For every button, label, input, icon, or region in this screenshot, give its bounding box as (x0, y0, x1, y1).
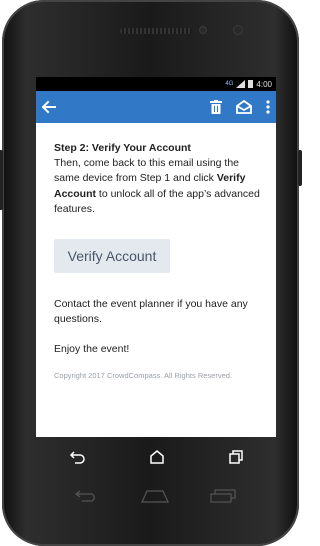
recents-icon[interactable] (229, 450, 244, 464)
front-camera (234, 26, 242, 34)
power-button (298, 150, 302, 186)
instructions: Then, come back to this email using the … (54, 156, 262, 217)
app-bar-actions (210, 100, 270, 114)
capacitive-recents-icon (210, 489, 236, 503)
status-bar: 4G 4:00 (36, 77, 276, 91)
capacitive-home-icon (141, 490, 169, 503)
email-body: Step 2: Verify Your Account Then, come b… (36, 123, 276, 382)
open-envelope-icon[interactable] (236, 100, 252, 114)
home-icon[interactable] (150, 450, 164, 464)
back-icon[interactable] (69, 450, 85, 464)
capacitive-buttons (60, 484, 250, 508)
earpiece-speaker (120, 28, 192, 34)
screen: 4G 4:00 Step 2: Verify Your Account Then… (36, 77, 276, 437)
more-vertical-icon[interactable] (266, 100, 270, 114)
navigation-bar (36, 437, 276, 477)
contact-text: Contact the event planner if you have an… (54, 298, 248, 326)
proximity-sensor (200, 27, 206, 33)
signal-badge: 4G (225, 81, 234, 87)
enjoy-text: Enjoy the event! (54, 342, 130, 355)
arrow-left-icon[interactable] (42, 100, 56, 114)
battery-icon (248, 80, 254, 88)
app-bar (36, 91, 276, 123)
copyright-text: Copyright 2017 CrowdCompass. All Rights … (54, 370, 232, 380)
volume-button (0, 150, 3, 210)
step-title: Step 2: Verify Your Account (54, 142, 191, 154)
instructions-part1: Then, come back to this email using the … (54, 157, 240, 185)
clock: 4:00 (256, 79, 272, 89)
verify-account-button[interactable]: Verify Account (54, 239, 170, 274)
signal-icon (236, 80, 246, 88)
capacitive-back-icon (75, 490, 95, 502)
trash-icon[interactable] (210, 100, 222, 114)
